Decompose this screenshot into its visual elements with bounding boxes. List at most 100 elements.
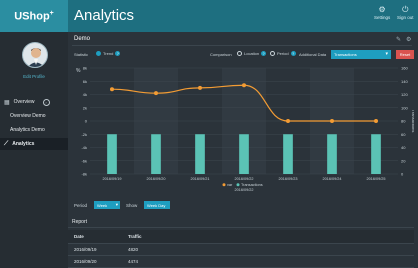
y-left-axis-label: %	[76, 68, 81, 74]
y-right-tick-label: 140	[401, 79, 408, 84]
chevron-down-icon: ▾	[115, 202, 118, 207]
y-right-tick-label: 120	[401, 92, 408, 97]
edit-icon[interactable]: ✎	[396, 36, 401, 43]
x-tick-label: 2016/09/21	[190, 177, 209, 181]
y-left-tick-label: -2k	[81, 132, 87, 137]
sidebar-item-analytics-demo[interactable]: Analytics Demo	[0, 125, 68, 135]
legend-label: var	[227, 183, 233, 187]
x-tick-label: 2016/09/22	[234, 177, 253, 181]
report-title: Report	[72, 219, 88, 225]
y-right-tick-label: 20	[401, 158, 406, 163]
period-radio[interactable]: Period ?	[270, 51, 296, 56]
column-header-traffic: Traffic	[128, 234, 142, 239]
reset-button[interactable]: Reset	[396, 50, 414, 59]
gear-icon: ⚙	[378, 5, 386, 14]
sidebar-item-label: Overview Demo	[10, 113, 46, 119]
logo[interactable]: UShop+	[0, 0, 68, 32]
x-tick-label: 2016/09/19	[102, 177, 121, 181]
chart-svg: 8k 6k 4k 2k 0 -2k -4k -6k -8k 160 140 120 100 80 60 40 2…	[76, 66, 414, 193]
line-point	[286, 119, 290, 123]
y-left-tick-label: -6k	[81, 158, 87, 163]
line-point	[242, 83, 246, 88]
bar	[195, 134, 205, 174]
comparison-label: Comparison	[210, 52, 232, 57]
period-select[interactable]: Week ▾	[94, 201, 120, 209]
radio-dot	[237, 51, 242, 56]
help-icon[interactable]: ?	[115, 51, 121, 56]
cell-date: 2016/09/20	[74, 259, 97, 264]
period-radio-label: Period	[277, 51, 289, 56]
page-title: Analytics	[74, 7, 135, 24]
bar	[107, 134, 117, 174]
radio-dot	[270, 51, 275, 56]
cell-traffic: 4474	[128, 259, 139, 264]
trend-radio[interactable]: Trend ?	[96, 51, 121, 56]
top-bar: UShop+ Analytics ⚙ Settings ⏻ Sign out	[0, 0, 418, 32]
signout-button[interactable]: ⏻ Sign out	[397, 5, 414, 20]
additional-data-value: Transactions	[334, 52, 357, 57]
divider	[68, 227, 414, 228]
settings-button[interactable]: ⚙ Settings	[374, 5, 390, 20]
bar	[151, 134, 161, 174]
show-label: Show	[126, 203, 138, 208]
trend-radio-label: Trend	[103, 51, 114, 56]
table-row[interactable]: 2016/09/19 4820	[68, 244, 414, 256]
divider	[72, 45, 412, 46]
column-header-date: Date	[74, 234, 84, 239]
sidebar-item-overview-demo[interactable]: Overview Demo	[0, 111, 68, 121]
y-left-tick-label: 0	[85, 119, 88, 124]
y-right-axis-label: Transactions	[411, 110, 414, 133]
panel-title: Demo	[74, 36, 91, 42]
x-tick-label: 2016/09/23	[278, 177, 297, 181]
settings-label: Settings	[374, 15, 391, 20]
x-tick-label: 2016/09/25	[366, 177, 385, 181]
additional-data-label: Additional Data	[299, 52, 327, 57]
main-panel: Demo ✎ ⚙ Statistic Trend ? Comparison Lo…	[68, 32, 418, 268]
additional-data-select[interactable]: Transactions ▾	[331, 50, 391, 59]
legend-swatch	[222, 183, 226, 187]
x-tick-label: 2016/09/24	[322, 177, 341, 181]
location-radio[interactable]: Location ?	[237, 51, 267, 56]
chart-controls: Statistic Trend ? Comparison Location ? …	[74, 50, 414, 60]
bar	[371, 134, 381, 174]
bar	[327, 134, 337, 174]
help-icon[interactable]: ?	[261, 51, 267, 56]
settings-icon[interactable]: ⚙	[406, 36, 411, 43]
bar	[283, 134, 293, 174]
line-point	[154, 91, 158, 96]
line-point	[330, 119, 334, 123]
y-left-tick-label: -4k	[81, 145, 87, 150]
x-tick-label-extra: 2016/09/22	[234, 188, 253, 192]
avatar[interactable]	[22, 42, 48, 68]
table-header: Date Traffic	[68, 230, 414, 244]
chart: 8k 6k 4k 2k 0 -2k -4k -6k -8k 160 140 120 100 80 60 40 2…	[72, 62, 414, 222]
sidebar-item-analytics[interactable]: ⟋ Analytics	[0, 138, 68, 150]
x-tick-label: 2016/09/20	[146, 177, 165, 181]
line-point	[110, 87, 114, 92]
y-right-tick-label: 80	[401, 119, 406, 124]
line-point	[198, 85, 202, 90]
y-left-tick-label: 4k	[83, 92, 87, 97]
report-table: Date Traffic 2016/09/19 4820 2016/09/20 …	[68, 230, 414, 268]
bar	[239, 134, 249, 174]
show-select[interactable]: Week Day	[144, 201, 170, 209]
cell-traffic: 4820	[128, 247, 139, 252]
y-left-tick-label: -8k	[81, 172, 87, 177]
y-right-tick-label: 40	[401, 145, 406, 150]
period-label: Period	[74, 203, 88, 208]
edit-profile-link[interactable]: Edit Profile	[0, 74, 68, 79]
location-radio-label: Location	[244, 51, 260, 56]
y-left-tick-label: 8k	[83, 66, 87, 71]
legend-swatch	[236, 183, 240, 187]
y-right-tick-label: 100	[401, 105, 408, 110]
sidebar-item-overview[interactable]: ▦ Overview ›	[0, 96, 68, 108]
sidebar-item-label: Analytics	[12, 141, 35, 147]
y-left-tick-label: 6k	[83, 79, 87, 84]
help-icon[interactable]: ?	[290, 51, 296, 56]
sidebar: Edit Profile ▦ Overview › Overview Demo …	[0, 32, 68, 268]
radio-dot	[96, 51, 101, 56]
table-row[interactable]: 2016/09/20 4474	[68, 256, 414, 268]
expand-icon[interactable]: ›	[42, 98, 50, 106]
sidebar-item-label: Overview	[13, 99, 35, 105]
statistic-label: Statistic	[74, 52, 89, 57]
